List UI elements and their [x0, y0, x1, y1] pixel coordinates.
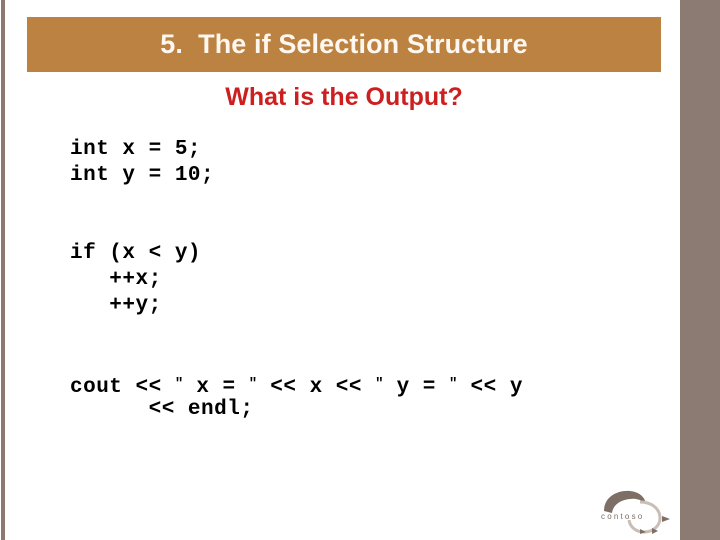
code-line: ++x;	[70, 268, 162, 291]
code-line: int x = 5;	[70, 138, 202, 161]
page-title: 5. The if Selection Structure	[160, 29, 528, 59]
slide-canvas: 5. The if Selection Structure What is th…	[0, 0, 720, 540]
code-line: if (x < y)	[70, 242, 202, 265]
code-line: int y = 10;	[70, 164, 215, 187]
code-line: ++y;	[70, 294, 162, 317]
code-line: << endl;	[70, 398, 254, 421]
code-block: int x = 5; int y = 10; if (x < y) ++x; +…	[70, 137, 660, 423]
slide-title-bar: 5. The if Selection Structure	[27, 17, 661, 72]
contoso-logo-icon: contoso	[601, 490, 670, 534]
subtitle-question: What is the Output?	[225, 82, 463, 111]
code-fragment: << x <<	[257, 375, 376, 399]
code-fragment: x =	[183, 375, 249, 399]
swoosh-arc-icon	[604, 490, 646, 513]
subtitle-row: What is the Output?	[27, 80, 661, 114]
contoso-logo: contoso	[600, 488, 672, 534]
code-fragment: y =	[383, 375, 449, 399]
code-quote: "	[248, 376, 258, 392]
code-quote: "	[174, 376, 184, 392]
code-line-cout: cout << " x = " << x << " y = " << y	[70, 371, 660, 399]
left-accent-stripe	[1, 0, 5, 540]
logo-wordmark: contoso	[601, 512, 644, 521]
code-fragment: << y	[457, 375, 523, 399]
arrow-right-icon	[662, 516, 670, 522]
right-side-panel	[680, 0, 720, 540]
code-fragment: cout <<	[70, 375, 175, 399]
